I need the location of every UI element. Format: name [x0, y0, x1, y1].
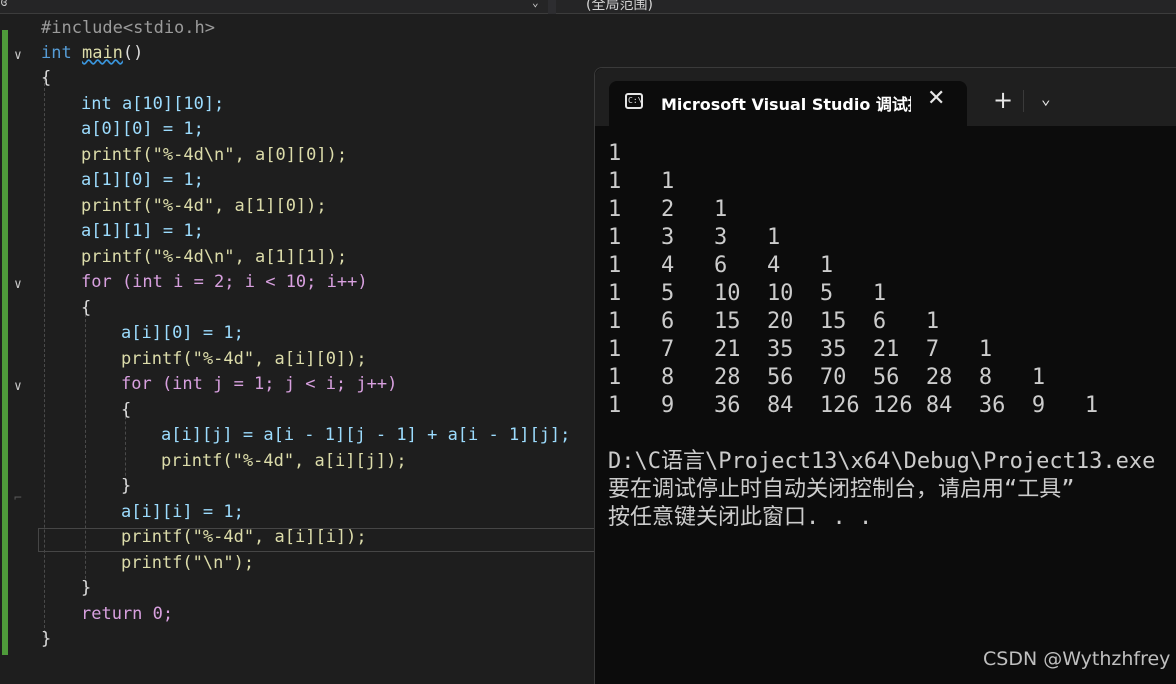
code-line: #include<stdio.h> [41, 18, 215, 38]
console-output-line: 1 2 1 [608, 197, 728, 222]
new-tab-button[interactable]: + [993, 88, 1013, 112]
code-line: a[i][0] = 1; [121, 323, 244, 343]
code-line: int main() [41, 43, 144, 63]
collapse-main-icon[interactable]: ∨ [14, 49, 22, 62]
terminal-icon: C:\ [625, 93, 643, 109]
code-line: printf("%-4d", a[1][0]); [81, 196, 327, 216]
console-output-line: 1 3 3 1 [608, 225, 781, 250]
fold-end-marker: ⌐ [14, 491, 22, 506]
titlebar-divider [1023, 90, 1024, 112]
code-line: } [81, 578, 92, 598]
console-output-line: 1 1 [608, 169, 675, 194]
watermark: CSDN @Wythzhfrey [983, 648, 1171, 670]
console-output-line: 1 [608, 141, 622, 166]
code-line: printf("\n"); [121, 553, 255, 573]
code-line: int a[10][10]; [81, 94, 225, 114]
console-tab[interactable]: C:\ Microsoft Visual Studio 调试控制台 ✕ [609, 81, 967, 127]
code-line: printf("%-4d\n", a[1][1]); [81, 247, 348, 267]
code-line: { [121, 400, 132, 420]
console-output-line: 1 5 10 10 5 1 [608, 281, 887, 306]
console-output-line: 1 4 6 4 1 [608, 253, 834, 278]
console-output-line: 1 8 28 56 70 56 28 8 1 [608, 365, 1046, 390]
chevron-down-icon[interactable]: ⌄ [532, 0, 539, 9]
change-indicator-bar [2, 30, 8, 655]
code-line: for (int j = 1; j < i; j++) [121, 374, 398, 394]
code-line: printf("%-4d\n", a[0][0]); [81, 145, 348, 165]
code-line: { [81, 298, 92, 318]
dropdown-icon: ɞ [0, 0, 8, 10]
console-output: 1 1 1 1 2 1 1 3 3 1 1 4 6 4 1 1 5 10 10 5 1 1 … [608, 140, 1155, 532]
code-line: printf("%-4d", a[i][i]); [121, 527, 367, 547]
collapse-for-icon[interactable]: ∨ [14, 278, 22, 291]
code-line: } [41, 629, 52, 649]
file-scope-dropdown[interactable]: ɞ ⌄ [0, 0, 548, 14]
code-line: return 0; [81, 604, 174, 624]
code-line: a[i][i] = 1; [121, 502, 244, 522]
collapse-inner-for-icon[interactable]: ∨ [14, 380, 22, 393]
code-line: a[i][j] = a[i - 1][j - 1] + a[i - 1][j]; [161, 425, 571, 445]
code-line: printf("%-4d", a[i][0]); [121, 349, 367, 369]
scope-label: (全局范围) [586, 0, 653, 13]
code-line: { [41, 68, 52, 88]
code-editor[interactable]: ∨ ∨ ∨ ⌐ #include<stdio.h> int main() { i… [0, 14, 600, 683]
debug-console-window[interactable]: C:\ Microsoft Visual Studio 调试控制台 ✕ + ⌄ … [594, 67, 1176, 684]
editor-navigation-bar: ɞ ⌄ (全局范围) [0, 0, 1176, 14]
console-titlebar[interactable]: C:\ Microsoft Visual Studio 调试控制台 ✕ + ⌄ [595, 68, 1176, 127]
console-output-line: 要在调试停止时自动关闭控制台，请启用“工具” [608, 477, 1075, 502]
code-line: a[1][1] = 1; [81, 221, 204, 241]
code-line: } [121, 476, 132, 496]
indent-guide [44, 78, 45, 638]
code-line: a[1][0] = 1; [81, 170, 204, 190]
chevron-down-icon[interactable]: ⌄ [1041, 89, 1051, 108]
console-output-line: 1 6 15 20 15 6 1 [608, 309, 940, 334]
code-line: for (int i = 2; i < 10; i++) [81, 272, 368, 292]
close-tab-icon[interactable]: ✕ [927, 86, 945, 111]
code-line: a[0][0] = 1; [81, 119, 204, 139]
code-line: printf("%-4d", a[i][j]); [161, 451, 407, 471]
console-output-line: 1 7 21 35 35 21 7 1 [608, 337, 993, 362]
console-tab-title: Microsoft Visual Studio 调试控制台 [661, 95, 911, 114]
console-output-line: D:\C语言\Project13\x64\Debug\Project13.exe [608, 449, 1156, 474]
console-output-line: 按任意键关闭此窗口. . . [608, 505, 873, 530]
console-output-line: 1 9 36 84 126 126 84 36 9 1 [608, 393, 1099, 418]
